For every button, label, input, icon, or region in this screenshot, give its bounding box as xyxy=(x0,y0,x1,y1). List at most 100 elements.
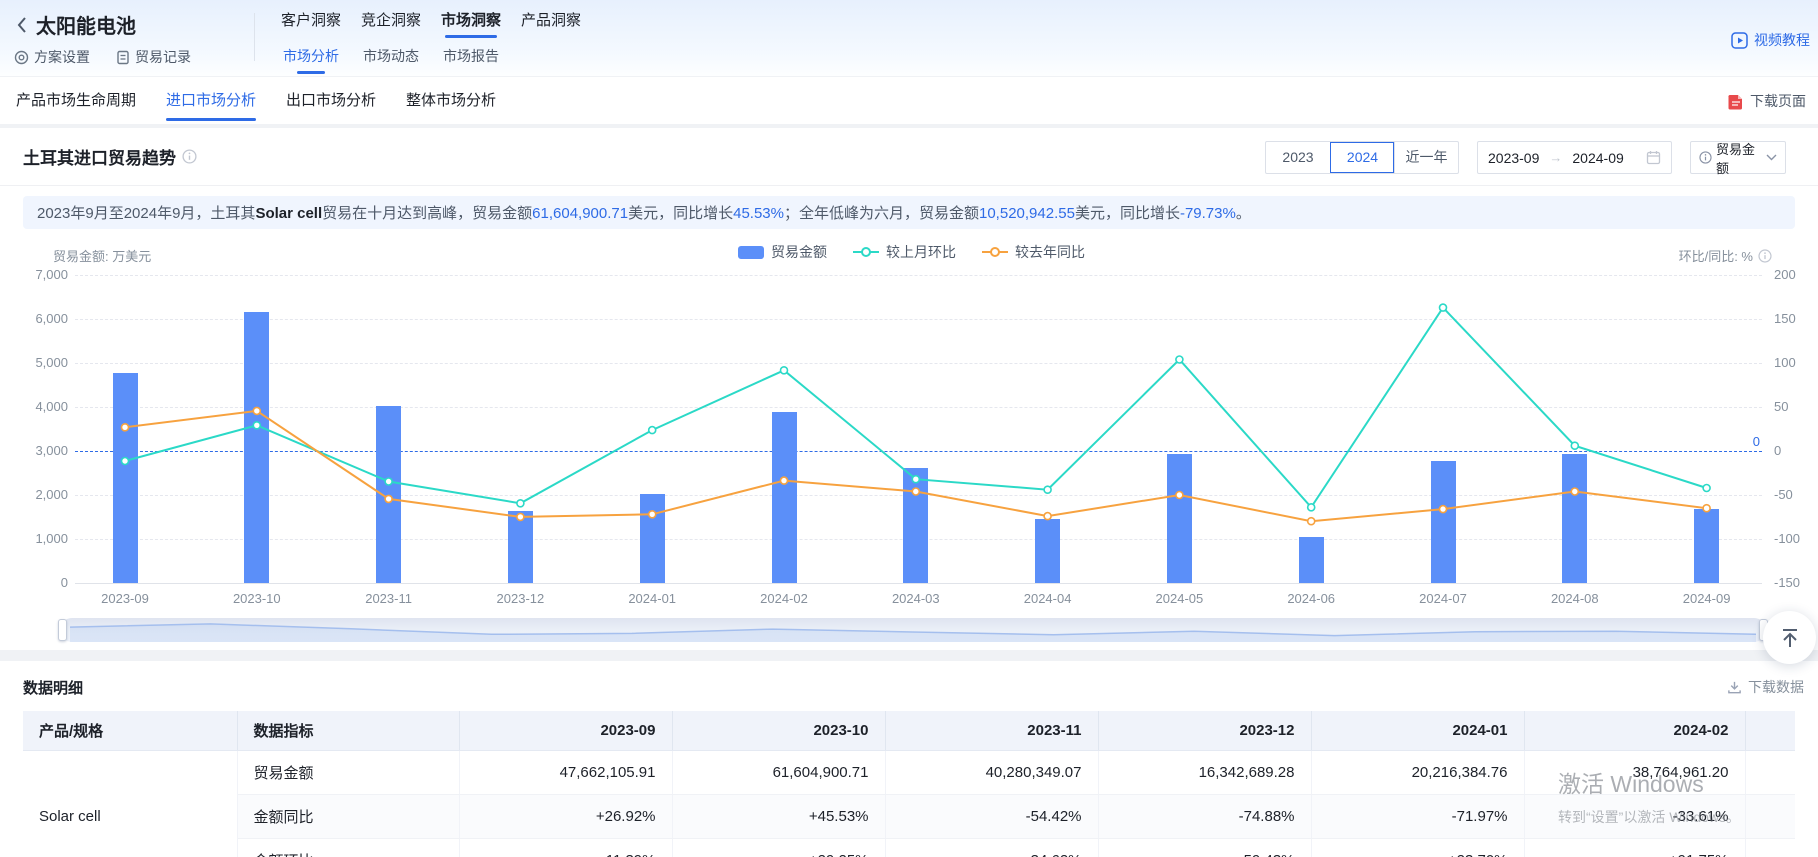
detail-panel-title: 数据明细 xyxy=(23,677,83,698)
x-axis-label: 2024-09 xyxy=(1662,591,1752,606)
y-axis-tick-label: 0 xyxy=(14,575,68,590)
right-axis-tick-label: 50 xyxy=(1774,399,1816,414)
value-cell: 40,280,349.07 xyxy=(885,750,1098,794)
download-data-button[interactable]: 下载数据 xyxy=(1727,677,1804,697)
bar-swatch-icon xyxy=(738,246,764,259)
indicator-cell: 金额同比 xyxy=(237,794,459,838)
right-axis-tick-label: 100 xyxy=(1774,355,1816,370)
y-axis-tick-label: 3,000 xyxy=(14,443,68,458)
point-较上月环比-2023-12 xyxy=(517,500,524,507)
bar-2024-03[interactable] xyxy=(903,468,928,583)
table-row: Solar cell贸易金额47,662,105.9161,604,900.71… xyxy=(23,750,1795,794)
x-axis-label: 2023-12 xyxy=(475,591,565,606)
legend-trade-amount[interactable]: 贸易金额 xyxy=(738,242,827,262)
date-range-picker[interactable]: 2023-09 → 2024-09 xyxy=(1477,141,1672,174)
x-axis-label: 2023-11 xyxy=(344,591,434,606)
info-icon[interactable] xyxy=(182,149,197,164)
year-option-2023[interactable]: 2023 xyxy=(1266,142,1330,173)
back-to-top-button[interactable] xyxy=(1763,611,1816,664)
scheme-settings-icon xyxy=(14,50,29,65)
tab-customer-insight[interactable]: 客户洞察 xyxy=(278,10,344,32)
right-axis-tick-label: -150 xyxy=(1774,575,1816,590)
right-axis-title: 环比/同比: % xyxy=(1679,246,1753,265)
back-chevron-icon[interactable] xyxy=(16,16,28,34)
nav-export-market-analysis[interactable]: 出口市场分析 xyxy=(286,91,376,111)
date-end: 2024-09 xyxy=(1572,150,1623,166)
value-cell-empty xyxy=(1745,838,1795,857)
bar-2024-01[interactable] xyxy=(640,494,665,583)
bar-2024-06[interactable] xyxy=(1299,537,1324,583)
year-range-segmented: 2023 2024 近一年 xyxy=(1265,141,1459,174)
point-较上月环比-2024-09 xyxy=(1703,485,1710,492)
value-cell: 38,764,961.20 xyxy=(1524,750,1745,794)
scheme-settings-button[interactable]: 方案设置 xyxy=(14,47,90,67)
point-较上月环比-2024-07 xyxy=(1440,304,1447,311)
subtab-market-analysis[interactable]: 市场分析 xyxy=(278,46,344,66)
arrow-right-icon: → xyxy=(1549,150,1562,165)
nav-product-lifecycle[interactable]: 产品市场生命周期 xyxy=(16,91,136,111)
bar-2024-09[interactable] xyxy=(1694,509,1719,583)
subtab-market-report[interactable]: 市场报告 xyxy=(438,46,504,66)
bar-2023-11[interactable] xyxy=(376,406,401,583)
subtab-market-dynamics[interactable]: 市场动态 xyxy=(358,46,424,66)
video-tutorial-button[interactable]: 视频教程 xyxy=(1731,30,1810,50)
y-axis-tick-label: 1,000 xyxy=(14,531,68,546)
nav-import-market-analysis[interactable]: 进口市场分析 xyxy=(166,91,256,111)
chart-gridline xyxy=(75,319,1762,320)
bar-2024-08[interactable] xyxy=(1562,454,1587,583)
download-icon xyxy=(1727,680,1742,695)
column-header-empty xyxy=(1745,711,1795,750)
trade-records-button[interactable]: 贸易记录 xyxy=(116,47,191,67)
legend-mom[interactable]: 较上月环比 xyxy=(853,242,956,262)
value-cell: -59.43% xyxy=(1098,838,1311,857)
trend-panel-title: 土耳其进口贸易趋势 xyxy=(23,144,176,169)
value-cell: 61,604,900.71 xyxy=(672,750,885,794)
nav-overall-market-analysis[interactable]: 整体市场分析 xyxy=(406,91,496,111)
bar-2024-05[interactable] xyxy=(1167,454,1192,583)
tab-market-insight[interactable]: 市场洞察 xyxy=(438,10,504,32)
column-header: 2023-12 xyxy=(1098,711,1311,750)
bar-2024-02[interactable] xyxy=(772,412,797,583)
data-detail-table: 产品/规格数据指标2023-092023-102023-112023-12202… xyxy=(23,711,1795,857)
metric-select[interactable]: 贸易金额 xyxy=(1690,141,1786,174)
value-cell-empty xyxy=(1745,794,1795,838)
y-axis-tick-label: 2,000 xyxy=(14,487,68,502)
trend-summary: 2023年9月至2024年9月，土耳其Solar cell贸易在十月达到高峰，贸… xyxy=(23,196,1795,229)
bar-2023-10[interactable] xyxy=(244,312,269,583)
document-icon xyxy=(116,50,130,65)
column-header: 2023-10 xyxy=(672,711,885,750)
value-cell: -71.97% xyxy=(1311,794,1524,838)
legend-yoy[interactable]: 较去年同比 xyxy=(982,242,1085,262)
header-divider xyxy=(254,13,255,61)
zoom-handle-left[interactable] xyxy=(58,619,67,641)
right-axis-tick-label: 0 xyxy=(1774,443,1816,458)
y-axis-tick-label: 7,000 xyxy=(14,267,68,282)
year-option-2024[interactable]: 2024 xyxy=(1330,142,1394,173)
point-较上月环比-2024-08 xyxy=(1571,442,1578,449)
bar-2023-12[interactable] xyxy=(508,511,533,583)
bar-2024-04[interactable] xyxy=(1035,519,1060,583)
point-较上月环比-2024-01 xyxy=(649,427,656,434)
left-axis-title: 贸易金额: 万美元 xyxy=(53,246,151,265)
right-axis-tick-label: -50 xyxy=(1774,487,1816,502)
tab-competitor-insight[interactable]: 竞企洞察 xyxy=(358,10,424,32)
bar-2023-09[interactable] xyxy=(113,373,138,583)
download-page-button[interactable]: 下载页面 xyxy=(1728,91,1806,111)
year-option-recent[interactable]: 近一年 xyxy=(1394,142,1458,173)
tab-product-insight[interactable]: 产品洞察 xyxy=(518,10,584,32)
page-title: 太阳能电池 xyxy=(36,10,136,39)
pdf-icon xyxy=(1728,93,1744,110)
x-axis-label: 2023-10 xyxy=(212,591,302,606)
value-cell: +91.75% xyxy=(1524,838,1745,857)
bar-2024-07[interactable] xyxy=(1431,461,1456,583)
value-cell: +26.92% xyxy=(459,794,672,838)
table-row: 金额环比-11.39%+29.25%-34.62%-59.43%+23.70%+… xyxy=(23,838,1795,857)
chart-gridline xyxy=(75,275,1762,276)
chart-zoom-slider[interactable] xyxy=(60,618,1766,642)
x-axis-label: 2023-09 xyxy=(80,591,170,606)
product-cell: Solar cell xyxy=(23,750,237,857)
right-axis-tick-label: 200 xyxy=(1774,267,1816,282)
indicator-cell: 贸易金额 xyxy=(237,750,459,794)
calendar-icon xyxy=(1646,150,1661,165)
info-icon[interactable] xyxy=(1758,249,1772,263)
